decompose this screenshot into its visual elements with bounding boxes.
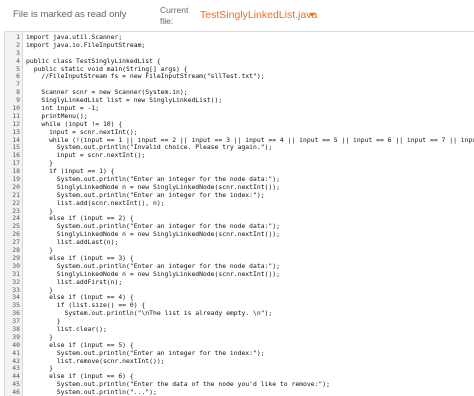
code-area[interactable]: 1 import java.util.Scanner; 2 import java.i… bbox=[5, 33, 474, 396]
current-file-label-line2: file: bbox=[160, 16, 174, 26]
code-line[interactable]: 27 list.addLast(n); bbox=[5, 238, 474, 247]
read-only-notice: File is marked as read only bbox=[13, 9, 127, 20]
code-line[interactable]: 6 //FileInputStream fs = new FileInputSt… bbox=[5, 73, 474, 81]
current-file-label-line1: Current bbox=[160, 5, 189, 15]
code-text: //FileInputStream fs = new FileInputStre… bbox=[26, 72, 265, 81]
code-line[interactable]: 42 list.remove(scnr.nextInt()); bbox=[5, 357, 474, 366]
code-line[interactable]: 16 input = scnr.nextInt(); bbox=[5, 151, 474, 160]
code-text: import java.io.FileInputStream; bbox=[26, 40, 146, 49]
header-bar: File is marked as read only Current file… bbox=[0, 0, 474, 30]
code-editor[interactable]: 1 import java.util.Scanner; 2 import java.i… bbox=[4, 31, 474, 396]
file-selector[interactable]: TestSinglyLinkedList.java bbox=[200, 9, 317, 21]
chevron-down-icon[interactable] bbox=[309, 13, 315, 17]
code-line[interactable]: 22 list.add(scnr.nextInt(), n); bbox=[5, 199, 474, 208]
code-line[interactable]: 32 list.addFirst(n); bbox=[5, 278, 474, 287]
code-text: System.out.println("\nThe list is alread… bbox=[26, 309, 273, 318]
code-line[interactable]: 36 System.out.println("\nThe list is alr… bbox=[5, 309, 474, 318]
code-line[interactable]: 2 import java.io.FileInputStream; bbox=[5, 40, 474, 50]
current-file-label: Current file: bbox=[160, 5, 188, 27]
code-line[interactable]: 38 list.clear(); bbox=[5, 325, 474, 334]
